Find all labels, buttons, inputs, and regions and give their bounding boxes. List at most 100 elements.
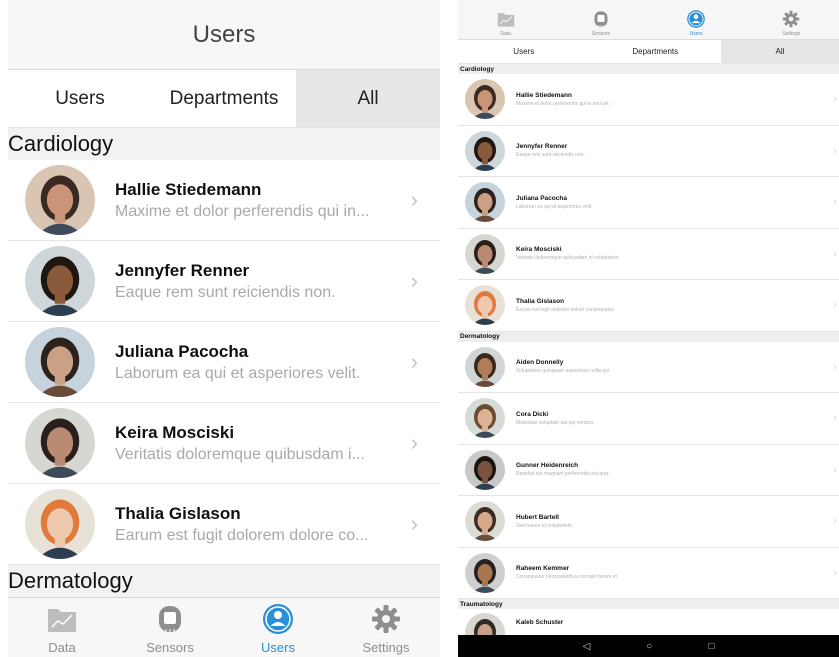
chevron-right-icon: › [833,464,837,476]
tab-users[interactable]: Users [458,40,590,63]
user-name: Thalia Gislason [115,503,241,523]
tabbar-label: Settings [362,640,410,655]
sensor-icon [591,9,611,29]
tabbar-item-users[interactable]: Users [649,0,744,39]
list-item[interactable]: Gunner Heidenreich Repellat aut magnam p… [458,445,839,496]
chevron-right-icon: › [833,93,837,105]
user-description: Laborum ea qui et asperiores velit. [516,203,593,210]
user-name: Gunner Heidenreich [516,462,579,470]
avatar [465,233,505,274]
list-item-text: Kaleb Schuster [516,619,839,628]
tab-all[interactable]: All [721,40,839,63]
user-description: Maxime et dolor perferendis qui in... [115,202,370,220]
user-name: Juliana Pacocha [516,194,567,202]
tab-departments[interactable]: Departments [152,70,296,127]
list-item[interactable]: Keira Mosciski Veritatis doloremque quib… [458,229,839,280]
avatar [465,346,505,387]
recents-icon[interactable]: □ [708,641,714,652]
avatar [25,408,95,478]
user-name: Hubert Bartell [516,513,559,521]
user-name: Raheem Kemmer [516,565,570,573]
user-description: Maxime et dolor perferendis qui in sed v… [516,100,610,107]
user-description: Veritatis doloremque quibusdam i... [115,445,365,463]
list-item-text: Hubert Bartell Sed harum et voluptatem. [516,514,839,529]
chevron-right-icon: › [833,515,837,527]
tab-all[interactable]: All [296,70,440,127]
tabbar-item-sensors[interactable]: Sensors [116,598,224,657]
list-item[interactable]: Hubert Bartell Sed harum et voluptatem. … [458,496,839,548]
avatar [465,501,505,542]
user-name: Keira Mosciski [516,246,562,254]
tab-bar: Data Sensors Users Settings [8,597,440,657]
tabbar-label: Settings [782,31,801,37]
chevron-right-icon: › [410,511,418,536]
user-name: Aiden Donnelly [516,359,564,367]
section-header: Dermatology [8,565,440,597]
list-item[interactable]: Thalia Gislason Earum est fugit dolorem … [458,280,839,332]
chevron-right-icon: › [833,361,837,373]
tabbar-label: Data [48,640,76,655]
list-item[interactable]: Hallie Stiedemann Maxime et dolor perfer… [458,74,839,126]
section-header: Dermatology [458,331,839,342]
section-header: Cardiology [8,128,440,160]
tabbar-item-data[interactable]: Data [458,0,553,39]
tabbar-item-settings[interactable]: Settings [744,0,839,39]
tabbar-item-users[interactable]: Users [224,598,332,657]
list-item[interactable]: Raheem Kemmer Consequatur necessitatibus… [458,548,839,599]
user-name: Keira Mosciski [115,422,235,442]
home-icon[interactable]: ○ [646,641,652,652]
chart-folder-icon [496,9,516,29]
chevron-right-icon: › [833,299,837,311]
list-item-text: Hallie Stiedemann Maxime et dolor perfer… [516,92,839,107]
tabbar-item-settings[interactable]: Settings [332,598,440,657]
list-item[interactable]: Juliana Pacocha Laborum ea qui et asperi… [8,322,440,403]
avatar [465,552,505,593]
user-list: Hallie Stiedemann Maxime et dolor perfer… [8,160,440,565]
user-description: Earum est fugit dolorem dolore co... [115,526,369,544]
list-item[interactable]: Aiden Donnelly Voluptatem quisquam asper… [458,342,839,393]
tabbar-item-data[interactable]: Data [8,598,116,657]
chevron-right-icon: › [833,248,837,260]
section-header: Cardiology [458,64,839,74]
list-item[interactable]: Thalia Gislason Earum est fugit dolorem … [8,484,440,565]
chevron-right-icon: › [410,268,418,293]
user-description: Earum est fugit dolorem dolore consequat… [516,306,615,313]
back-icon[interactable]: ◁ [583,641,591,652]
user-description: Molestiae voluptate aut qui veniam. [516,419,595,426]
list-item[interactable]: Keira Mosciski Veritatis doloremque quib… [8,403,440,484]
list-item-text: Raheem Kemmer Consequatur necessitatibus… [516,565,839,580]
list-item-text: Thalia Gislason Earum est fugit dolorem … [516,298,839,313]
list-item-text: Keira Mosciski Veritatis doloremque quib… [115,423,440,464]
user-description: Laborum ea qui et asperiores velit. [115,364,361,382]
list-item[interactable]: Juliana Pacocha Laborum ea qui et asperi… [458,177,839,229]
list-item[interactable]: Jennyfer Renner Eaque rem sunt reiciendi… [8,241,440,322]
list-item[interactable]: Jennyfer Renner Eaque rem sunt reiciendi… [458,126,839,177]
user-circle-icon [686,9,706,29]
chart-folder-icon [45,602,79,636]
list-item-text: Thalia Gislason Earum est fugit dolorem … [115,504,440,545]
tablet-screen: Data Sensors Users Settings Users Depart… [458,0,839,657]
user-circle-icon [261,602,295,636]
user-name: Hallie Stiedemann [516,91,572,99]
list-item[interactable]: Hallie Stiedemann Maxime et dolor perfer… [8,160,440,241]
list-item-text: Jennyfer Renner Eaque rem sunt reiciendi… [516,143,839,158]
user-name: Jennyfer Renner [115,260,250,280]
list-item-text: Aiden Donnelly Voluptatem quisquam asper… [516,359,839,374]
list-item-text: Gunner Heidenreich Repellat aut magnam p… [516,462,839,477]
user-list: Cardiology Hallie Stiedemann Maxime et d… [458,64,839,653]
chevron-right-icon: › [833,412,837,424]
gear-icon [369,602,403,636]
tabbar-label: Users [261,640,295,655]
list-item[interactable]: Cora Dicki Molestiae voluptate aut qui v… [458,393,839,445]
avatar [465,398,505,439]
chevron-right-icon: › [833,145,837,157]
user-name: Hallie Stiedemann [115,179,262,199]
avatar [25,327,95,397]
tab-departments[interactable]: Departments [590,40,722,63]
tab-users[interactable]: Users [8,70,152,127]
tabbar-item-sensors[interactable]: Sensors [553,0,648,39]
gear-icon [781,9,801,29]
user-name: Cora Dicki [516,410,549,418]
avatar [465,285,505,326]
navigation-bar: Users [8,0,440,70]
